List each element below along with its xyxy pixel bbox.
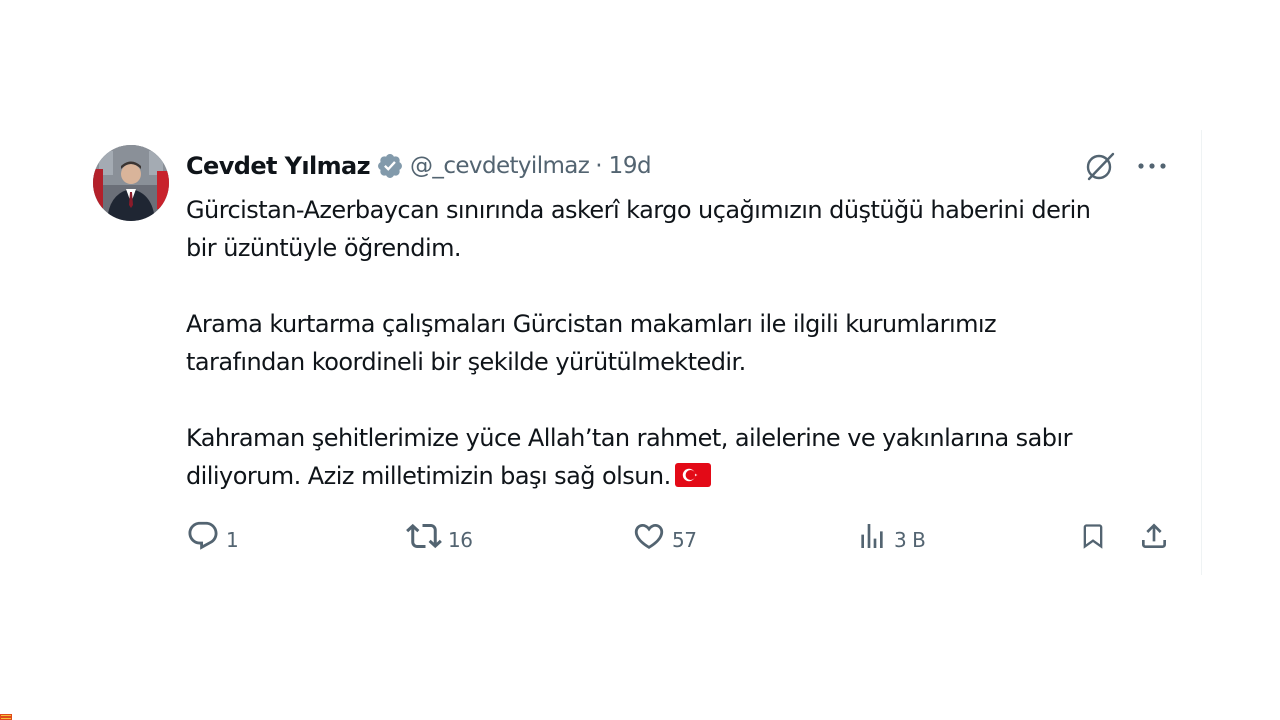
column-divider xyxy=(1201,130,1202,575)
separator-dot: · xyxy=(595,153,603,179)
tweet-line: Kahraman şehitlerimize yüce Allah’tan ra… xyxy=(186,424,1072,452)
reply-icon xyxy=(186,519,220,553)
reply-button[interactable]: 1 xyxy=(186,516,239,556)
author-handle[interactable]: @_cevdetyilmaz xyxy=(410,153,590,179)
tweet-line: bir üzüntüyle öğrendim. xyxy=(186,234,462,262)
retweet-icon xyxy=(406,518,442,554)
tweet-paragraph-1: Gürcistan-Azerbaycan sınırında askerî ka… xyxy=(186,191,1186,267)
retweet-count: 16 xyxy=(448,528,473,552)
like-button[interactable]: 57 xyxy=(632,516,697,556)
tweet-line: tarafından koordineli bir şekilde yürütü… xyxy=(186,348,746,376)
tweet-actions: 1 16 57 3 В xyxy=(186,516,1171,556)
avatar[interactable] xyxy=(93,145,169,221)
display-name[interactable]: Cevdet Yılmaz xyxy=(186,152,371,180)
heart-icon xyxy=(632,519,666,553)
tweet-line: Arama kurtarma çalışmaları Gürcistan mak… xyxy=(186,310,997,338)
verified-badge-icon[interactable] xyxy=(376,152,404,180)
grok-icon[interactable] xyxy=(1083,149,1117,183)
tweet-line: diliyorum. Aziz milletimizin başı sağ ol… xyxy=(186,462,671,490)
share-button[interactable] xyxy=(1138,516,1170,556)
tweet-header: Cevdet Yılmaz @_cevdetyilmaz · 19d xyxy=(186,149,652,183)
bookmark-button[interactable] xyxy=(1079,516,1107,556)
reply-count: 1 xyxy=(226,528,239,552)
more-options-icon[interactable] xyxy=(1136,153,1168,179)
tweet-line: Gürcistan-Azerbaycan sınırında askerî ka… xyxy=(186,196,1091,224)
tweet-paragraph-2: Arama kurtarma çalışmaları Gürcistan mak… xyxy=(186,305,1186,381)
views-button[interactable]: 3 В xyxy=(856,516,926,556)
views-count: 3 В xyxy=(894,528,926,552)
like-count: 57 xyxy=(672,528,697,552)
tweet-text: Gürcistan-Azerbaycan sınırında askerî ka… xyxy=(186,191,1186,495)
turkey-flag-icon xyxy=(674,460,711,487)
corner-logo-icon xyxy=(0,708,12,720)
views-icon xyxy=(856,519,888,553)
tweet-page: Cevdet Yılmaz @_cevdetyilmaz · 19d Gürci… xyxy=(0,0,1280,720)
bookmark-icon xyxy=(1079,519,1107,553)
tweet-paragraph-3: Kahraman şehitlerimize yüce Allah’tan ra… xyxy=(186,419,1186,495)
retweet-button[interactable]: 16 xyxy=(406,516,473,556)
post-time[interactable]: 19d xyxy=(609,153,652,179)
share-icon xyxy=(1138,519,1170,553)
